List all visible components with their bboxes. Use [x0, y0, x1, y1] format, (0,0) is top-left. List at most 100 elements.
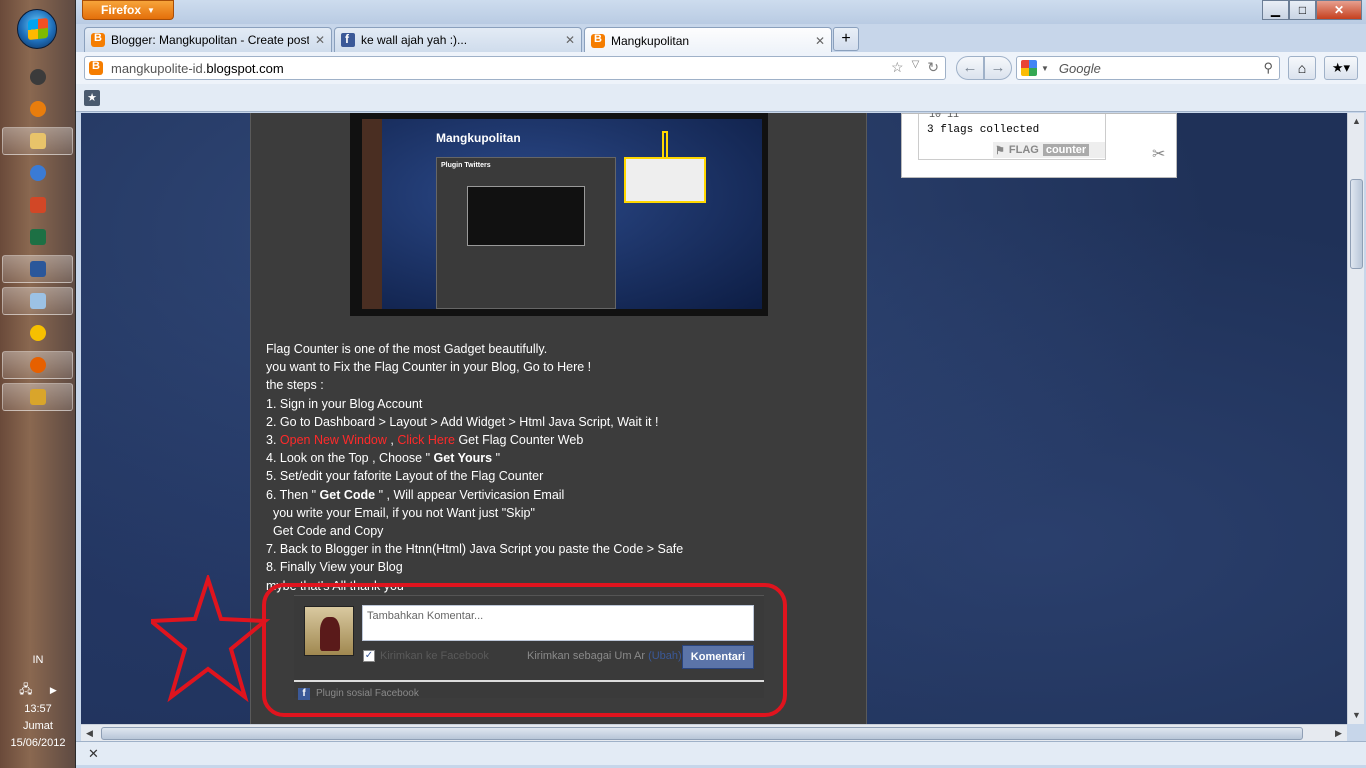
language-indicator[interactable]: IN: [0, 654, 76, 666]
post-screenshot-image: Mangkupolitan Plugin Twitters: [350, 113, 768, 316]
google-icon[interactable]: [1021, 60, 1037, 76]
horizontal-scrollbar[interactable]: ◀ ▶: [81, 724, 1347, 741]
firefox-icon: [29, 357, 46, 373]
post-line: Get Code and Copy: [266, 524, 384, 539]
tray-expand-icon[interactable]: ▶: [50, 685, 57, 695]
close-window-button[interactable]: ✕: [1316, 0, 1362, 20]
taskbar-app-powerpoint[interactable]: [2, 191, 73, 219]
title-bar: Firefox ▼ ▁ □ ✕: [76, 0, 1366, 24]
taskbar-app-explorer[interactable]: [2, 127, 73, 155]
bookmark-star-icon[interactable]: ☆: [891, 59, 904, 76]
word-icon: [29, 261, 46, 277]
post-line: 4. Look on the Top , Choose " Get Yours …: [266, 451, 501, 466]
close-add-on-bar-icon[interactable]: ✕: [88, 746, 99, 762]
wrench-icon[interactable]: ✂: [1152, 144, 1165, 164]
search-engine-dropdown-icon[interactable]: ▼: [1041, 64, 1049, 73]
url-bar[interactable]: mangkupolite-id.blogspot.com ☆ ▽ ↻: [84, 56, 946, 80]
reload-icon[interactable]: ↻: [927, 59, 939, 76]
page-viewport: Mangkupolitan Plugin Twitters Flag Count…: [81, 113, 1347, 724]
search-icon[interactable]: ⚲: [1263, 60, 1273, 76]
taskbar-app-blender[interactable]: [2, 95, 73, 123]
navigation-toolbar: mangkupolite-id.blogspot.com ☆ ▽ ↻ ← → ▼…: [76, 52, 1366, 84]
excel-icon: [29, 229, 46, 245]
post-line: 8. Finally View your Blog: [266, 560, 403, 575]
bookmarks-toolbar-icon[interactable]: ★: [84, 90, 100, 106]
start-button[interactable]: [17, 9, 57, 49]
horizontal-scroll-thumb[interactable]: [101, 727, 1303, 740]
flag-counter-count: 3 flags collected: [927, 124, 1040, 136]
close-tab-icon[interactable]: ✕: [815, 34, 825, 48]
minimize-icon: ▁: [1270, 3, 1281, 17]
network-icon[interactable]: 🖧: [19, 682, 32, 696]
clock-date[interactable]: 15/06/2012: [0, 737, 76, 749]
vertical-scroll-thumb[interactable]: [1350, 179, 1363, 269]
windows-taskbar: IN 🖧 ▶ 13:57 Jumat 15/06/2012: [0, 0, 76, 768]
post-line: Flag Counter is one of the most Gadget b…: [266, 342, 548, 356]
new-tab-button[interactable]: +: [833, 27, 859, 51]
maximize-button[interactable]: □: [1289, 0, 1316, 20]
post-line: you write your Email, if you not Want ju…: [266, 505, 535, 520]
post-line: 1. Sign in your Blog Account: [266, 396, 423, 411]
home-button[interactable]: ⌂: [1288, 56, 1316, 80]
clock-day[interactable]: Jumat: [0, 720, 76, 732]
close-tab-icon[interactable]: ✕: [315, 33, 325, 47]
post-line: the steps :: [266, 378, 324, 393]
bookmarks-menu-button[interactable]: ★▾: [1324, 56, 1358, 80]
url-dropdown-icon[interactable]: ▽: [912, 59, 920, 76]
flag-counter-top-row: 10 11: [929, 113, 960, 121]
windows-logo-icon: [28, 17, 48, 41]
site-identity-icon[interactable]: [89, 60, 103, 75]
folder-icon: [29, 133, 46, 149]
screenshot-blog-title: Mangkupolitan: [436, 131, 521, 145]
bookmarks-icon: ★▾: [1331, 60, 1351, 75]
blender-icon: [29, 101, 46, 117]
maximize-icon: □: [1298, 3, 1307, 17]
taskbar-app-firefox[interactable]: [2, 351, 73, 379]
back-arrow-icon: ←: [962, 59, 978, 76]
forward-button[interactable]: →: [984, 56, 1012, 80]
tab-blogger-create-post[interactable]: Blogger: Mangkupolitan - Create post ✕: [84, 27, 332, 52]
chrome-browser-icon: [29, 165, 46, 181]
tab-bar: Blogger: Mangkupolitan - Create post ✕ k…: [76, 24, 1366, 53]
post-body: Flag Counter is one of the most Gadget b…: [266, 340, 856, 595]
notepad-icon: [29, 293, 46, 309]
firefox-window: Firefox ▼ ▁ □ ✕ Blogger: Mangkupolitan -…: [76, 0, 1366, 768]
yellow-arrow-icon: [662, 131, 668, 157]
tab-facebook-wall[interactable]: ke wall ajah yah :)... ✕: [334, 27, 582, 52]
taskbar-app-browser[interactable]: [2, 159, 73, 187]
vertical-scrollbar[interactable]: ▲ ▼: [1347, 113, 1364, 724]
clock-time[interactable]: 13:57: [0, 703, 76, 715]
search-bar[interactable]: ▼ Google ⚲: [1016, 56, 1280, 80]
red-highlight-rectangle: [262, 583, 787, 717]
scroll-left-icon[interactable]: ◀: [81, 725, 98, 742]
close-tab-icon[interactable]: ✕: [565, 33, 575, 47]
minimize-button[interactable]: ▁: [1262, 0, 1289, 20]
forward-arrow-icon: →: [990, 59, 1006, 76]
click-here-link[interactable]: Click Here: [397, 433, 455, 447]
scroll-down-icon[interactable]: ▼: [1348, 707, 1365, 724]
post-line: you want to Fix the Flag Counter in your…: [266, 360, 592, 375]
bookmarks-toolbar: ★: [76, 84, 1366, 112]
post-line: 7. Back to Blogger in the Htnn(Html) Jav…: [266, 542, 684, 557]
taskbar-app-messenger[interactable]: [2, 319, 73, 347]
flag-counter-badge[interactable]: 10 11 3 flags collected ⚑ FLAG counter: [918, 113, 1106, 160]
powerpoint-icon: [29, 197, 46, 213]
dropdown-arrow-icon: ▼: [147, 5, 155, 15]
scroll-up-icon[interactable]: ▲: [1348, 113, 1365, 130]
scroll-right-icon[interactable]: ▶: [1330, 725, 1347, 742]
chrome-icon: [29, 69, 46, 85]
open-new-window-link[interactable]: Open New Window: [280, 433, 387, 447]
taskbar-app-notepad[interactable]: [2, 287, 73, 315]
taskbar-app-excel[interactable]: [2, 223, 73, 251]
firefox-menu-button[interactable]: Firefox ▼: [82, 0, 174, 20]
red-star-icon: [151, 575, 271, 703]
post-line: 5. Set/edit your faforite Layout of the …: [266, 469, 544, 484]
screenshot-post-title: Plugin Twitters: [441, 162, 491, 169]
home-icon: ⌂: [1297, 60, 1307, 76]
back-button[interactable]: ←: [956, 56, 984, 80]
tab-mangkupolitan[interactable]: Mangkupolitan ✕: [584, 27, 832, 53]
taskbar-app-chrome[interactable]: [2, 63, 73, 91]
taskbar-app-tools[interactable]: [2, 383, 73, 411]
taskbar-app-word[interactable]: [2, 255, 73, 283]
flag-icon: ⚑: [995, 144, 1005, 157]
